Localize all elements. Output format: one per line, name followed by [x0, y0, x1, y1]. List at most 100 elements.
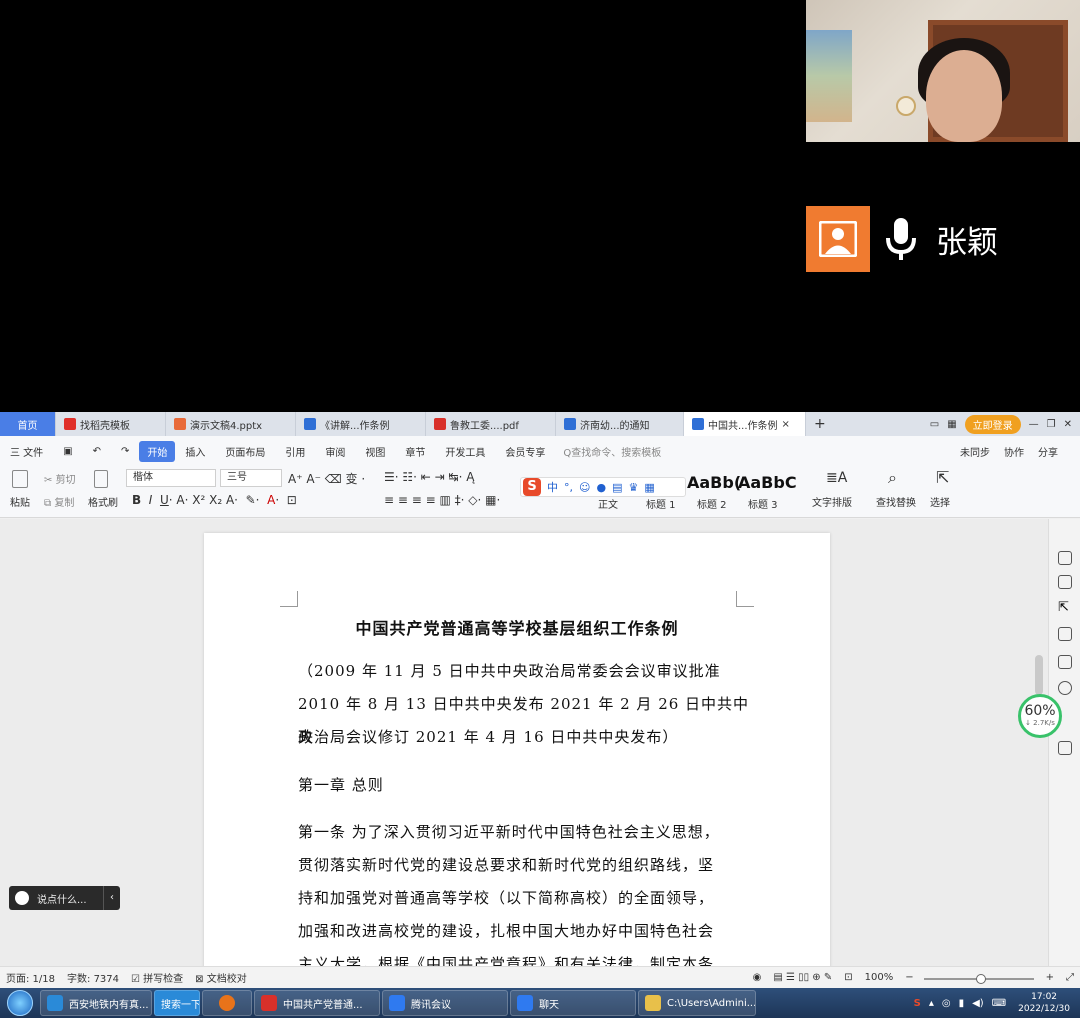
tray-app-icon[interactable]: ◎	[942, 998, 951, 1009]
document-page[interactable]: 中国共产党普通高等学校基层组织工作条例 （2009 年 11 月 5 日中共中央…	[204, 533, 830, 966]
menu-layout[interactable]: 页面布局	[215, 444, 275, 459]
emoji-icon[interactable]: ☺	[579, 481, 590, 494]
start-button[interactable]	[0, 988, 40, 1018]
network-icon[interactable]: ▮	[959, 998, 965, 1009]
menu-review[interactable]: 审阅	[315, 444, 355, 459]
layout-icon[interactable]: ▭	[930, 419, 939, 430]
word-count[interactable]: 字数: 7374	[61, 970, 125, 985]
command-search[interactable]: Q查找命令、搜索模板	[555, 444, 661, 459]
edit-icon[interactable]	[1058, 575, 1072, 589]
tab-home[interactable]: 首页	[0, 412, 56, 436]
tray-expand-icon[interactable]: ▴	[929, 998, 934, 1009]
taskbar-wps[interactable]: 中国共产党普通...	[254, 990, 380, 1016]
chapter-heading[interactable]: 第一章 总则	[298, 769, 744, 802]
cursor-icon[interactable]: ⇱	[936, 468, 949, 487]
punctuation-icon[interactable]: °,	[564, 481, 573, 494]
volume-icon[interactable]: ◀)	[972, 998, 984, 1009]
menu-file[interactable]: 三 文件	[0, 444, 53, 459]
taskbar-chat[interactable]: 聊天	[510, 990, 636, 1016]
menu-member[interactable]: 会员专享	[495, 444, 555, 459]
search-icon[interactable]: ⌕	[888, 468, 897, 488]
network-speed-widget[interactable]: 60% ↓ 2.7K/s	[1018, 694, 1062, 738]
preamble-line-3[interactable]: 政治局会议修订 2021 年 4 月 16 日中共中央发布）	[298, 721, 744, 754]
select-button[interactable]: 选择	[930, 494, 950, 509]
font-format-buttons[interactable]: B I U· A· X² X₂ A· ✎· A· ⊡	[132, 493, 297, 507]
menu-view[interactable]: 视图	[355, 444, 395, 459]
preamble-line-1[interactable]: （2009 年 11 月 5 日中共中央政治局常委会会议审议批准	[298, 655, 744, 688]
zoom-track[interactable]	[923, 973, 1034, 984]
style-pane-icon[interactable]	[1058, 551, 1072, 565]
body-line-5[interactable]: 主义大学，根据《中国共产党章程》和有关法律，制定本条	[298, 948, 758, 966]
taskbar-search[interactable]: 搜索一下	[154, 990, 200, 1016]
pointer-icon[interactable]: ⇱	[1058, 601, 1072, 615]
skin-icon[interactable]: ♛	[628, 481, 638, 494]
minimize-button[interactable]: —	[1029, 419, 1039, 430]
sync-status[interactable]: 未同步	[960, 444, 990, 459]
ime-tray-icon[interactable]: ⌨	[992, 998, 1006, 1009]
chat-placeholder[interactable]: 说点什么...	[37, 891, 87, 906]
ime-toolbar[interactable]: S 中 °, ☺ ● ▤ ♛ ▦	[520, 477, 686, 497]
font-grow-shrink-icons[interactable]: A⁺ A⁻ ⌫ 变 ·	[288, 470, 365, 487]
collapse-chevron-icon[interactable]: ‹	[103, 886, 120, 910]
settings-slider-icon[interactable]	[1058, 627, 1072, 641]
body-line-2[interactable]: 贯彻落实新时代党的建设总要求和新时代党的组织路线，坚	[298, 849, 758, 882]
eye-icon[interactable]: ◉	[747, 972, 768, 983]
redo-icon[interactable]: ↷	[111, 446, 139, 457]
toolbox-icon[interactable]: ▦	[644, 481, 654, 494]
paste-button[interactable]: 粘贴	[10, 494, 30, 509]
tab-current-doc[interactable]: 中国共...作条例 ×	[684, 412, 806, 436]
zoom-out-button[interactable]: −	[899, 972, 919, 983]
keyboard-icon[interactable]: ▤	[612, 481, 622, 494]
body-line-4[interactable]: 加强和改进高校党的建设，扎根中国大地办好中国特色社会	[298, 915, 758, 948]
style-heading3[interactable]: 标题 3	[748, 496, 778, 511]
zoom-knob[interactable]	[975, 973, 986, 984]
paste-icon[interactable]	[12, 470, 30, 488]
proofread-button[interactable]: ⊠ 文档校对	[189, 970, 253, 985]
spellcheck-toggle[interactable]: ☑ 拼写检查	[125, 970, 189, 985]
tab-template[interactable]: 找稻壳模板	[56, 412, 166, 436]
tab-doc-explain[interactable]: 《讲解...作条例	[296, 412, 426, 436]
voice-icon[interactable]: ●	[596, 481, 606, 494]
close-window-button[interactable]: ✕	[1064, 419, 1072, 430]
restore-button[interactable]: ❐	[1047, 419, 1056, 430]
scrollbar-thumb[interactable]	[1035, 655, 1043, 695]
new-tab-button[interactable]: +	[806, 412, 834, 436]
system-clock[interactable]: 17:02 2022/12/30	[1014, 991, 1074, 1015]
zoom-level[interactable]: 100%	[859, 972, 900, 983]
copy-button[interactable]: ⧉ 复制	[44, 494, 74, 509]
style-heading2-preview[interactable]: AaBb(	[687, 473, 741, 492]
expand-icon[interactable]: ⤢	[1060, 972, 1080, 983]
document-title[interactable]: 中国共产党普通高等学校基层组织工作条例	[204, 615, 830, 639]
format-painter-icon[interactable]	[94, 470, 110, 488]
save-icon[interactable]: ▣	[53, 446, 82, 457]
body-line-1[interactable]: 第一条 为了深入贯彻习近平新时代中国特色社会主义思想，	[298, 816, 758, 849]
font-name-select[interactable]: 楷体	[126, 469, 216, 487]
format-painter-button[interactable]: 格式刷	[88, 494, 118, 509]
menu-start[interactable]: 开始	[139, 440, 176, 462]
menu-reference[interactable]: 引用	[275, 444, 315, 459]
taskbar-explorer[interactable]: C:\Users\Admini...	[638, 990, 756, 1016]
close-icon[interactable]: ×	[782, 419, 790, 430]
menu-insert[interactable]: 插入	[175, 444, 215, 459]
tab-pptx[interactable]: 演示文稿4.pptx	[166, 412, 296, 436]
share-button[interactable]: 分享	[1038, 444, 1058, 459]
cut-button[interactable]: ✂ 剪切	[44, 471, 76, 486]
style-heading1[interactable]: 标题 1	[646, 496, 676, 511]
menu-developer[interactable]: 开发工具	[435, 444, 495, 459]
fit-icon[interactable]: ⊡	[838, 972, 858, 983]
style-heading3-preview[interactable]: AaBbC	[738, 473, 797, 492]
zoom-in-button[interactable]: +	[1040, 972, 1060, 983]
page-count[interactable]: 页面: 1/18	[0, 970, 61, 985]
backup-icon[interactable]	[1058, 655, 1072, 669]
undo-icon[interactable]: ↶	[83, 446, 111, 457]
taskbar-ie[interactable]: 西安地铁内有真...	[40, 990, 152, 1016]
ime-mode[interactable]: 中	[547, 479, 558, 495]
list-buttons[interactable]: ☰· ☷· ⇤ ⇥ ↹· Ą	[384, 470, 474, 484]
sogou-tray-icon[interactable]: S	[914, 998, 921, 1009]
collab-button[interactable]: 协作	[1004, 444, 1024, 459]
taskbar-tencent-meeting[interactable]: 腾讯会议	[382, 990, 508, 1016]
text-layout-icon[interactable]: ≣A	[826, 470, 847, 486]
text-layout-button[interactable]: 文字排版	[812, 494, 852, 509]
document-canvas[interactable]: 中国共产党普通高等学校基层组织工作条例 （2009 年 11 月 5 日中共中央…	[0, 519, 1048, 966]
view-mode-icons[interactable]: ▤ ☰ ▯▯ ⊕ ✎	[767, 972, 838, 983]
